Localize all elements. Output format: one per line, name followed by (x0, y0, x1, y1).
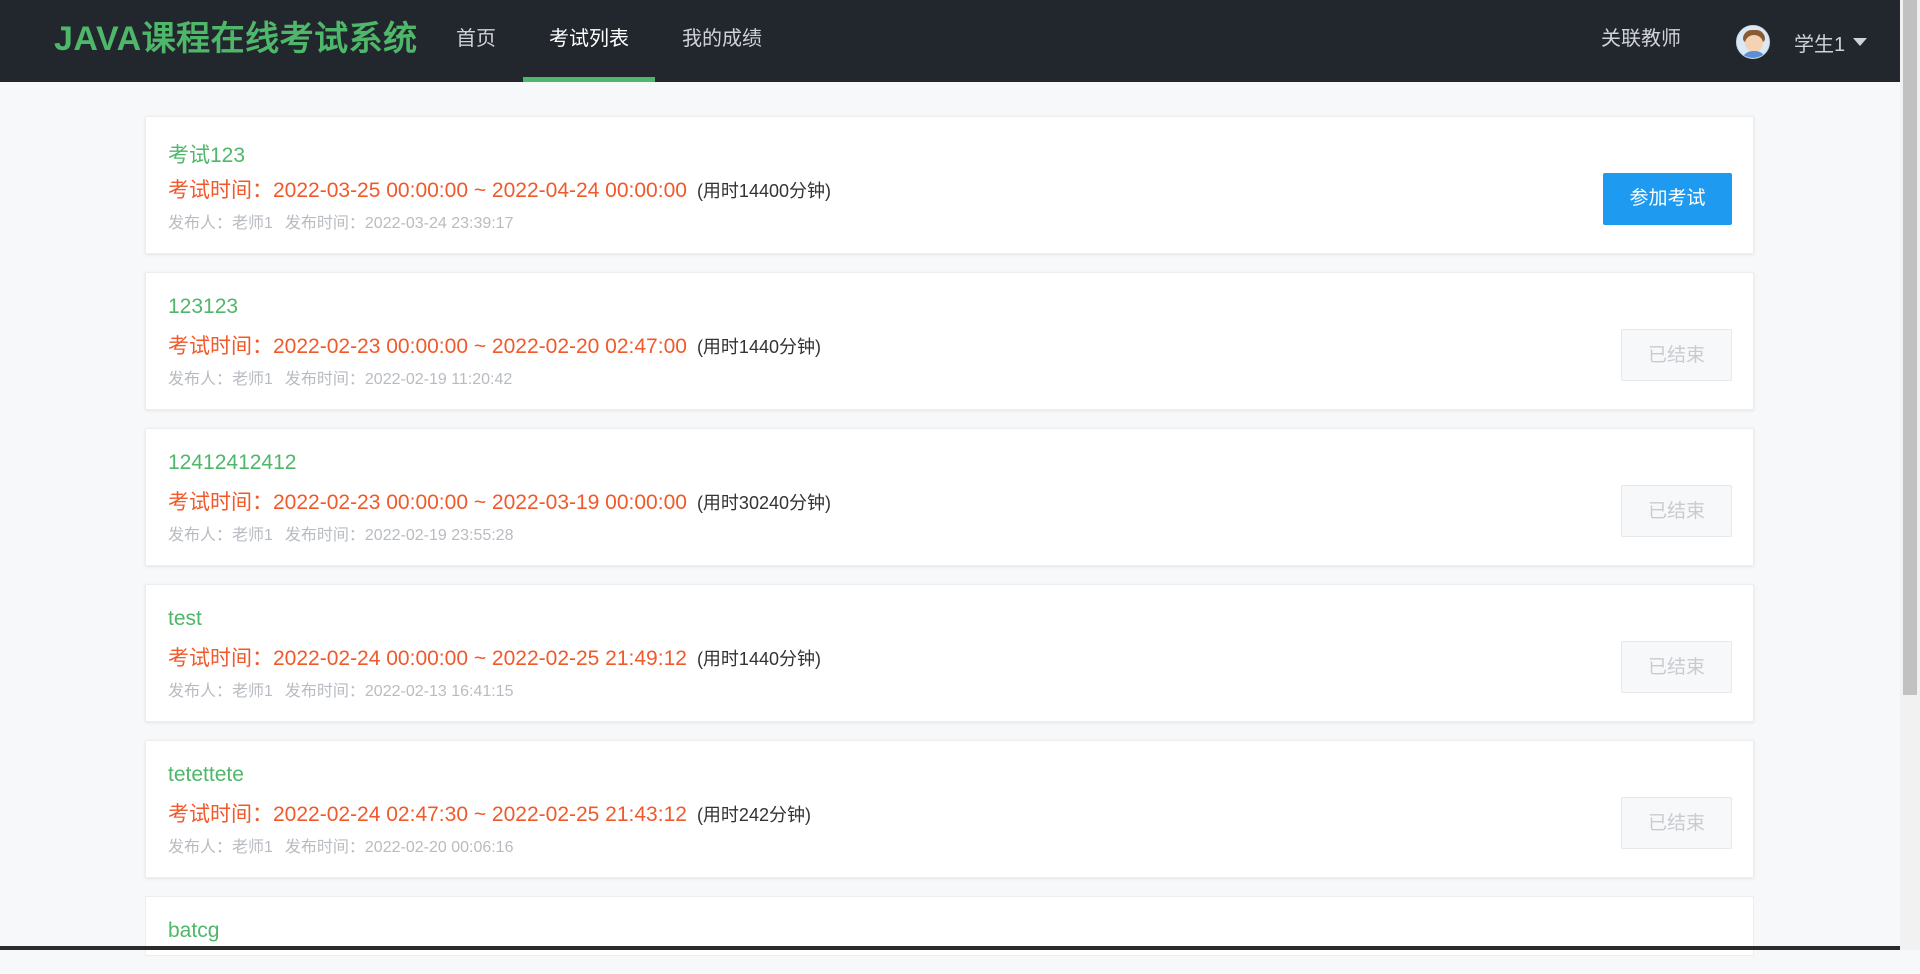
exam-time-range: 考试时间：2022-02-24 00:00:00 ~ 2022-02-25 21… (168, 647, 687, 670)
nav-exam-list[interactable]: 考试列表 (523, 0, 655, 82)
exam-meta: 发布人：老师1 发布时间：2022-03-24 23:39:17 (168, 209, 513, 233)
user-name[interactable]: 学生1 (1794, 28, 1845, 57)
exam-meta: 发布人：老师1 发布时间：2022-02-20 00:06:16 (168, 833, 513, 857)
nav-my-scores[interactable]: 我的成绩 (682, 0, 762, 82)
ended-button: 已结束 (1621, 485, 1732, 537)
scrollbar-thumb[interactable] (1903, 0, 1917, 695)
exam-meta: 发布人：老师1 发布时间：2022-02-19 11:20:42 (168, 365, 512, 389)
exam-title[interactable]: tetettete (168, 763, 244, 787)
ended-button: 已结束 (1621, 641, 1732, 693)
exam-publish-time: 发布时间：2022-02-19 11:20:42 (284, 371, 513, 388)
exam-meta: 发布人：老师1 发布时间：2022-02-19 23:55:28 (168, 521, 513, 545)
exam-time: 考试时间：2022-02-24 02:47:30 ~ 2022-02-25 21… (168, 798, 811, 828)
exam-title[interactable]: 考试123 (168, 139, 245, 169)
exam-card: 123123 考试时间：2022-02-23 00:00:00 ~ 2022-0… (145, 272, 1754, 410)
exam-publish-time: 发布时间：2022-03-24 23:39:17 (284, 215, 514, 232)
link-teacher-button[interactable]: 关联教师 (1601, 0, 1681, 78)
exam-duration: (用时30240分钟) (696, 493, 831, 513)
exam-time-range: 考试时间：2022-02-23 00:00:00 ~ 2022-03-19 00… (168, 491, 687, 514)
join-exam-button[interactable]: 参加考试 (1603, 173, 1732, 225)
exam-meta: 发布人：老师1 发布时间：2022-02-13 16:41:15 (168, 677, 513, 701)
avatar[interactable] (1736, 25, 1770, 59)
exam-title[interactable]: test (168, 607, 202, 631)
exam-list: 考试123 考试时间：2022-03-25 00:00:00 ~ 2022-04… (145, 116, 1754, 974)
top-navbar: JAVA课程在线考试系统 首页 考试列表 我的成绩 关联教师 学生1 (0, 0, 1900, 82)
exam-publish-time: 发布时间：2022-02-13 16:41:15 (284, 683, 514, 700)
exam-publish-time: 发布时间：2022-02-19 23:55:28 (284, 527, 514, 544)
brand-title: JAVA课程在线考试系统 (54, 20, 418, 58)
bottom-edge (0, 946, 1900, 950)
exam-duration: (用时14400分钟) (696, 181, 831, 201)
exam-time-range: 考试时间：2022-02-24 02:47:30 ~ 2022-02-25 21… (168, 803, 687, 826)
exam-duration: (用时1440分钟) (696, 649, 821, 669)
exam-title[interactable]: 123123 (168, 295, 238, 319)
ended-button: 已结束 (1621, 797, 1732, 849)
exam-card: 12412412412 考试时间：2022-02-23 00:00:00 ~ 2… (145, 428, 1754, 566)
ended-button: 已结束 (1621, 329, 1732, 381)
exam-time-range: 考试时间：2022-03-25 00:00:00 ~ 2022-04-24 00… (168, 179, 687, 202)
exam-time: 考试时间：2022-03-25 00:00:00 ~ 2022-04-24 00… (168, 174, 831, 204)
scrollbar[interactable] (1900, 0, 1920, 950)
exam-title[interactable]: 12412412412 (168, 451, 296, 475)
nav-home[interactable]: 首页 (456, 0, 496, 82)
exam-publish-time: 发布时间：2022-02-20 00:06:16 (284, 839, 514, 856)
exam-publisher: 发布人：老师1 (168, 839, 273, 856)
exam-publisher: 发布人：老师1 (168, 527, 273, 544)
exam-publisher: 发布人：老师1 (168, 683, 273, 700)
exam-time: 考试时间：2022-02-23 00:00:00 ~ 2022-03-19 00… (168, 486, 831, 516)
exam-time: 考试时间：2022-02-23 00:00:00 ~ 2022-02-20 02… (168, 330, 821, 360)
user-menu[interactable]: 学生1 (1736, 22, 1868, 62)
exam-time-range: 考试时间：2022-02-23 00:00:00 ~ 2022-02-20 02… (168, 335, 687, 358)
exam-duration: (用时1440分钟) (696, 337, 821, 357)
exam-time: 考试时间：2022-02-24 00:00:00 ~ 2022-02-25 21… (168, 642, 821, 672)
exam-title[interactable]: batcg (168, 919, 219, 943)
exam-card: 考试123 考试时间：2022-03-25 00:00:00 ~ 2022-04… (145, 116, 1754, 254)
caret-down-icon[interactable] (1853, 38, 1868, 46)
exam-card: tetettete 考试时间：2022-02-24 02:47:30 ~ 202… (145, 740, 1754, 878)
exam-publisher: 发布人：老师1 (168, 371, 273, 388)
exam-card: test 考试时间：2022-02-24 00:00:00 ~ 2022-02-… (145, 584, 1754, 722)
exam-publisher: 发布人：老师1 (168, 215, 273, 232)
exam-duration: (用时242分钟) (696, 805, 811, 825)
